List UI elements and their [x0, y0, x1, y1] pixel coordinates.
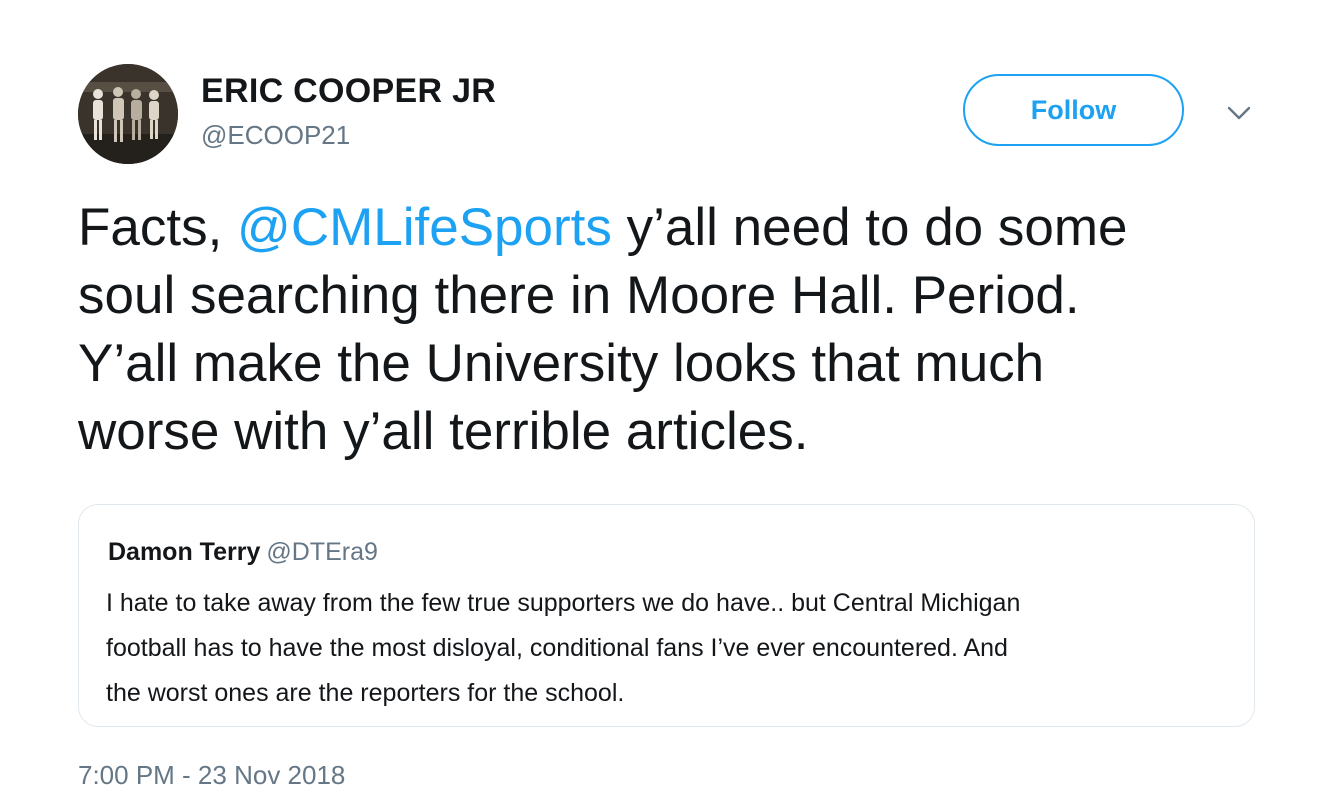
quoted-tweet-line-1: I hate to take away from the few true su…	[106, 589, 1021, 617]
chevron-down-icon	[1227, 106, 1251, 120]
author-display-name[interactable]: ERIC COOPER JR	[201, 72, 496, 111]
quoted-tweet-text: I hate to take away from the few true su…	[106, 581, 1226, 716]
tweet-text: Facts, @CMLifeSports y’all need to do so…	[78, 194, 1278, 466]
author-avatar[interactable]	[78, 64, 178, 164]
more-options-button[interactable]	[1224, 100, 1254, 126]
author-handle[interactable]: @ECOOP21	[201, 120, 350, 151]
profile-photo	[78, 64, 178, 164]
tweet-timestamp[interactable]: 7:00 PM - 23 Nov 2018	[78, 760, 345, 791]
tweet-line-1: Facts, @CMLifeSports y’all need to do so…	[78, 194, 1278, 262]
quoted-tweet-card[interactable]: Damon Terry @DTEra9 I hate to take away f…	[78, 504, 1255, 727]
quoted-author-name: Damon Terry	[108, 538, 261, 566]
follow-button[interactable]: Follow	[963, 74, 1184, 146]
quoted-tweet-header: Damon Terry @DTEra9	[108, 538, 378, 567]
tweet-line-4: worse with y’all terrible articles.	[78, 402, 809, 461]
tweet-line-1-prefix: Facts,	[78, 198, 238, 257]
tweet-line-2: soul searching there in Moore Hall. Peri…	[78, 266, 1080, 325]
quoted-tweet-line-2: football has to have the most disloyal, …	[106, 634, 1008, 662]
quoted-author-handle: @DTEra9	[266, 538, 378, 566]
mention-link[interactable]: @CMLifeSports	[237, 198, 612, 257]
quoted-tweet-line-3: the worst ones are the reporters for the…	[106, 679, 625, 707]
tweet-line-1-suffix: y’all need to do some	[611, 198, 1128, 257]
tweet-line-3: Y’all make the University looks that muc…	[78, 334, 1045, 393]
